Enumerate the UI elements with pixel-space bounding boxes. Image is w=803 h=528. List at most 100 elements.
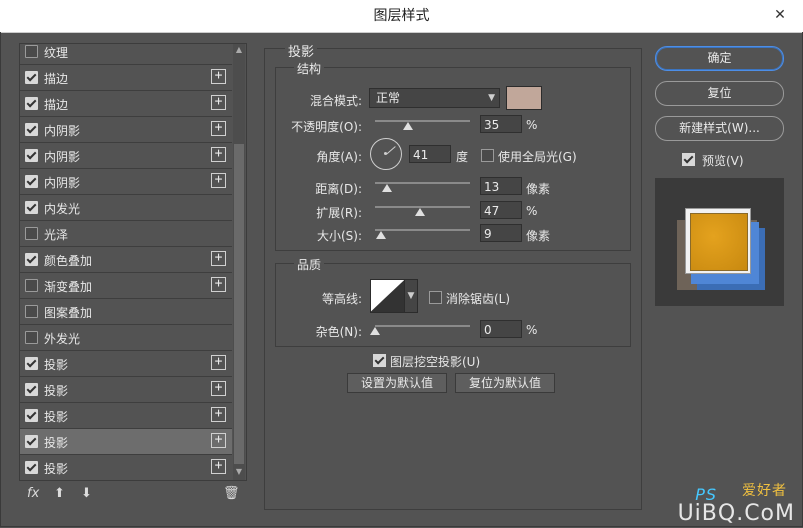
style-row[interactable]: 颜色叠加 +: [20, 247, 232, 273]
style-row[interactable]: 内发光: [20, 195, 232, 221]
ok-button[interactable]: 确定: [655, 46, 784, 71]
watermark: PS 爱好者 UiBQ.CoM: [678, 483, 795, 526]
style-checkbox[interactable]: [25, 201, 38, 214]
shadow-color-swatch[interactable]: [506, 86, 542, 110]
scrollbar-thumb[interactable]: [234, 144, 244, 464]
style-checkbox[interactable]: [25, 435, 38, 448]
style-row[interactable]: 内阴影 +: [20, 169, 232, 195]
style-row[interactable]: 投影 +: [20, 351, 232, 377]
style-checkbox[interactable]: [25, 227, 38, 240]
move-down-icon[interactable]: ⬇: [81, 486, 92, 501]
add-style-icon[interactable]: +: [211, 251, 226, 266]
style-row[interactable]: 投影 +: [20, 377, 232, 403]
new-style-button[interactable]: 新建样式(W)...: [655, 116, 784, 141]
style-label: 投影: [44, 436, 69, 450]
knockout-checkbox[interactable]: [373, 354, 386, 367]
add-style-icon[interactable]: +: [211, 95, 226, 110]
style-checkbox[interactable]: [25, 331, 38, 344]
distance-slider-knob[interactable]: [382, 184, 393, 192]
style-row[interactable]: 描边 +: [20, 65, 232, 91]
style-row[interactable]: 描边 +: [20, 91, 232, 117]
global-light-checkbox[interactable]: [481, 149, 494, 162]
style-row[interactable]: 光泽: [20, 221, 232, 247]
style-row[interactable]: 图案叠加: [20, 299, 232, 325]
style-row[interactable]: 投影 +: [20, 403, 232, 429]
angle-dial[interactable]: [370, 138, 402, 170]
style-checkbox[interactable]: [25, 279, 38, 292]
style-checkbox[interactable]: [25, 175, 38, 188]
style-label: 外发光: [44, 332, 81, 346]
angle-label: 角度(A):: [316, 150, 362, 164]
title-bar: 图层样式 ✕: [0, 0, 803, 33]
add-style-icon[interactable]: +: [211, 381, 226, 396]
add-style-icon[interactable]: +: [211, 121, 226, 136]
drop-shadow-panel: 投影 结构 混合模式: 正常 ▼ 不透明度(O): 35 % 角度(A): 41…: [264, 41, 642, 510]
style-row[interactable]: 内阴影 +: [20, 117, 232, 143]
style-checkbox[interactable]: [25, 357, 38, 370]
opacity-unit: %: [526, 118, 538, 132]
set-default-button[interactable]: 设置为默认值: [347, 373, 447, 393]
angle-input[interactable]: 41: [409, 145, 451, 163]
style-row[interactable]: 外发光: [20, 325, 232, 351]
add-style-icon[interactable]: +: [211, 355, 226, 370]
contour-preview[interactable]: [370, 279, 406, 313]
style-checkbox[interactable]: [25, 97, 38, 110]
knockout-label: 图层挖空投影(U): [390, 355, 481, 369]
antialias-checkbox[interactable]: [429, 291, 442, 304]
contour-dropdown-icon[interactable]: ▼: [404, 279, 418, 313]
scroll-up-icon[interactable]: ▲: [233, 44, 245, 56]
style-label: 内发光: [44, 202, 81, 216]
spread-label: 扩展(R):: [316, 206, 362, 220]
antialias-label: 消除锯齿(L): [446, 292, 511, 306]
style-checkbox[interactable]: [25, 149, 38, 162]
reset-default-button[interactable]: 复位为默认值: [455, 373, 555, 393]
style-row[interactable]: 投影 +: [20, 455, 232, 480]
scroll-down-icon[interactable]: ▼: [233, 466, 245, 478]
noise-slider-knob[interactable]: [370, 327, 380, 335]
style-row[interactable]: 渐变叠加 +: [20, 273, 232, 299]
opacity-input[interactable]: 35: [480, 115, 522, 133]
opacity-slider[interactable]: [375, 120, 470, 122]
spread-input[interactable]: 47: [480, 201, 522, 219]
angle-unit: 度: [456, 150, 469, 164]
style-checkbox[interactable]: [25, 409, 38, 422]
blend-mode-value: 正常: [376, 91, 401, 105]
close-icon[interactable]: ✕: [765, 4, 795, 26]
add-style-icon[interactable]: +: [211, 173, 226, 188]
size-slider-knob[interactable]: [375, 231, 386, 239]
style-checkbox[interactable]: [25, 71, 38, 84]
noise-slider[interactable]: [375, 325, 470, 327]
spread-slider-knob[interactable]: [414, 208, 425, 216]
style-row[interactable]: 投影 +: [20, 429, 232, 455]
add-style-icon[interactable]: +: [211, 277, 226, 292]
blend-mode-select[interactable]: 正常 ▼: [369, 88, 500, 108]
style-checkbox[interactable]: [25, 305, 38, 318]
style-checkbox[interactable]: [25, 461, 38, 474]
size-input[interactable]: 9: [480, 224, 522, 242]
add-style-icon[interactable]: +: [211, 459, 226, 474]
add-style-icon[interactable]: +: [211, 69, 226, 84]
structure-group: 结构 混合模式: 正常 ▼ 不透明度(O): 35 % 角度(A): 41 度 …: [275, 60, 631, 251]
style-checkbox[interactable]: [25, 383, 38, 396]
add-style-icon[interactable]: +: [211, 147, 226, 162]
style-row[interactable]: 纹理: [20, 44, 232, 65]
preview-checkbox[interactable]: [682, 153, 695, 166]
size-slider[interactable]: [375, 229, 470, 231]
add-style-icon[interactable]: +: [211, 433, 226, 448]
size-label: 大小(S):: [316, 229, 362, 243]
style-row[interactable]: 内阴影 +: [20, 143, 232, 169]
reset-button[interactable]: 复位: [655, 81, 784, 106]
add-style-icon[interactable]: +: [211, 407, 226, 422]
style-label: 图案叠加: [44, 306, 93, 320]
noise-input[interactable]: 0: [480, 320, 522, 338]
opacity-slider-knob[interactable]: [403, 122, 414, 130]
move-up-icon[interactable]: ⬆: [54, 486, 65, 501]
style-checkbox[interactable]: [25, 123, 38, 136]
style-label: 投影: [44, 462, 69, 476]
distance-input[interactable]: 13: [480, 177, 522, 195]
fx-icon[interactable]: fx: [27, 486, 39, 501]
trash-icon[interactable]: 🗑: [223, 486, 240, 501]
style-checkbox[interactable]: [25, 45, 38, 58]
style-list: 投影 + 投影 + 投影 + 投影 + 投影 + 外发光 图案叠加 渐变叠加 + 颜色叠加 + 光泽 内发光 内阴影…: [19, 43, 247, 481]
style-checkbox[interactable]: [25, 253, 38, 266]
